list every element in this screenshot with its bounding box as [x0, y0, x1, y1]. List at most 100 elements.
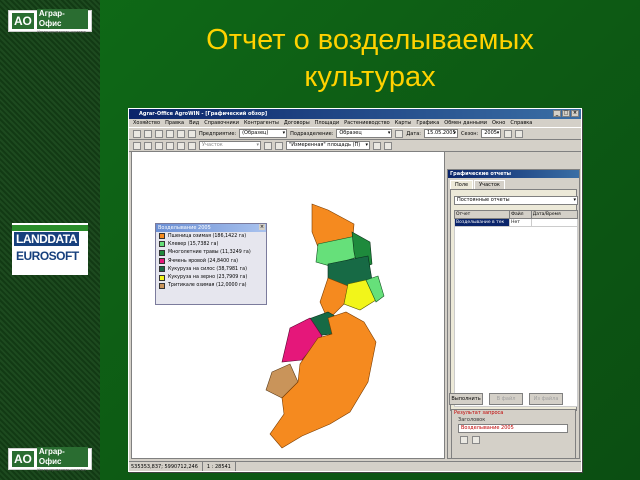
- export-result-icon[interactable]: [472, 436, 480, 444]
- menu-item-3[interactable]: Справочники: [204, 119, 239, 127]
- col-report[interactable]: Отчет: [455, 211, 511, 218]
- legend-label: Многолетние травы (11,3249 га): [168, 250, 251, 256]
- cell-datetime[interactable]: [532, 219, 577, 226]
- preview-icon[interactable]: [166, 129, 174, 138]
- enterprise-select[interactable]: (Образец): [239, 129, 288, 138]
- maximize-icon[interactable]: □: [562, 110, 570, 117]
- to-file-button[interactable]: В файл: [489, 393, 523, 405]
- legend-titlebar[interactable]: Возделывание 2005 ×: [156, 224, 266, 232]
- print-icon[interactable]: [155, 129, 163, 138]
- date-label: Дата:: [406, 130, 421, 137]
- legend-item[interactable]: Кукуруза на силос (38,7981 га): [156, 265, 266, 273]
- color-icon[interactable]: [373, 141, 381, 150]
- pan-icon[interactable]: [155, 141, 163, 150]
- legend-close-icon[interactable]: ×: [259, 224, 265, 230]
- logo-ao-mark-bottom: АО: [12, 451, 34, 467]
- enterprise-label: Предприятие:: [199, 130, 237, 137]
- app-window: Agrar-Office AgroWIN - [Графический обзо…: [128, 108, 582, 472]
- menu-item-10[interactable]: Обмен данными: [444, 119, 487, 127]
- legend-label: Ячмень яровой (24,8400 га): [168, 258, 239, 264]
- tab-field[interactable]: Поле: [450, 180, 474, 189]
- zoom-in-icon[interactable]: [133, 141, 141, 150]
- menu-item-12[interactable]: Справка: [510, 119, 532, 127]
- menu-item-9[interactable]: Графика: [416, 119, 439, 127]
- menu-item-7[interactable]: Растениеводство: [344, 119, 390, 127]
- select-icon[interactable]: [166, 141, 174, 150]
- logo-text-group-bottom: Аграр-Офис Интегрированная система: [36, 446, 88, 472]
- new-icon[interactable]: [133, 129, 141, 138]
- from-file-button[interactable]: Из файла: [529, 393, 563, 405]
- col-file[interactable]: Файл: [510, 211, 532, 218]
- field-map[interactable]: [132, 152, 444, 458]
- legend-icon[interactable]: [384, 141, 392, 150]
- menu-item-5[interactable]: Договоры: [284, 119, 310, 127]
- cell-report[interactable]: Возделывание в тек: [455, 219, 511, 226]
- status-bar: 535353,837; 5990712,246 1 : 28541: [129, 461, 581, 471]
- menu-item-1[interactable]: Правка: [165, 119, 184, 127]
- legend-item[interactable]: Тритикале озимая (12,0000 га): [156, 282, 266, 290]
- print-result-icon[interactable]: [460, 436, 468, 444]
- legend-label: Пшеница озимая (186,1422 га): [168, 233, 247, 239]
- menu-item-4[interactable]: Контрагенты: [244, 119, 279, 127]
- settings-icon[interactable]: [515, 129, 524, 138]
- legend-item[interactable]: Многолетние травы (11,3249 га): [156, 249, 266, 257]
- logo-subtitle-bottom: Интегрированная система: [36, 466, 86, 472]
- label-icon[interactable]: [275, 141, 283, 150]
- reports-grid-empty: [454, 227, 578, 407]
- area-type-select[interactable]: "Измеренная" площадь (П): [286, 141, 370, 150]
- refresh-icon[interactable]: [395, 129, 404, 138]
- tab-plot[interactable]: Участок: [474, 180, 505, 189]
- menu-item-8[interactable]: Карты: [395, 119, 412, 127]
- legend-swatch: [159, 266, 165, 273]
- legend-label: Кукуруза на силос (38,7981 га): [168, 266, 247, 272]
- help-icon[interactable]: [188, 129, 196, 138]
- run-button[interactable]: Выполнить: [449, 393, 483, 405]
- legend-item[interactable]: Кукуруза на зерно (23,7909 га): [156, 273, 266, 281]
- legend-swatch: [159, 258, 165, 265]
- cell-file[interactable]: Нет: [510, 219, 532, 226]
- report-type-select[interactable]: Постоянные отчеты: [454, 196, 578, 205]
- window-titlebar[interactable]: Agrar-Office AgroWIN - [Графический обзо…: [129, 109, 581, 119]
- slide-title-line1: Отчет о возделываемых: [206, 24, 534, 56]
- layer-select[interactable]: Участок: [199, 141, 261, 150]
- eurosoft-text: EUROSOFT: [16, 249, 79, 263]
- grid-icon[interactable]: [188, 141, 196, 150]
- legend-window[interactable]: Возделывание 2005 × Пшеница озимая (186,…: [155, 223, 267, 305]
- zoom-out-icon[interactable]: [144, 141, 152, 150]
- date-field[interactable]: 15.05.2005: [424, 129, 458, 138]
- layer-icon[interactable]: [264, 141, 272, 150]
- legend-item[interactable]: Пшеница озимая (186,1422 га): [156, 232, 266, 240]
- legend-title: Возделывание 2005: [158, 225, 211, 231]
- agrar-office-logo-bottom: АО Аграр-Офис Интегрированная система: [8, 446, 92, 472]
- table-row[interactable]: Возделывание в тек Нет: [454, 219, 578, 227]
- window-title: Agrar-Office AgroWIN - [Графический обзо…: [139, 111, 268, 117]
- result-caption: Результат запроса: [454, 410, 504, 416]
- season-select[interactable]: 2005: [481, 129, 502, 138]
- logo-subtitle: Интегрированная система: [36, 28, 86, 34]
- menu-item-6[interactable]: Площади: [315, 119, 340, 127]
- close-icon[interactable]: ×: [571, 110, 579, 117]
- minimize-icon[interactable]: _: [553, 110, 561, 117]
- map-canvas[interactable]: [131, 151, 445, 459]
- division-select[interactable]: Образец: [336, 129, 393, 138]
- col-datetime[interactable]: Дата/Время: [532, 211, 577, 218]
- division-label: Подразделение:: [290, 130, 334, 137]
- measure-icon[interactable]: [177, 141, 185, 150]
- undo-icon[interactable]: [177, 129, 185, 138]
- agrar-office-logo: АО Аграр-Офис Интегрированная система: [8, 8, 92, 34]
- legend-swatch: [159, 274, 165, 281]
- reports-tab-body: Постоянные отчеты Отчет Файл Дата/Время …: [450, 189, 578, 411]
- legend-label: Тритикале озимая (12,0000 га): [168, 283, 247, 289]
- filter-icon[interactable]: [504, 129, 513, 138]
- legend-item[interactable]: Ячмень яровой (24,8400 га): [156, 257, 266, 265]
- landdata-stripe: [12, 225, 88, 231]
- open-icon[interactable]: [144, 129, 152, 138]
- menu-item-2[interactable]: Вид: [189, 119, 199, 127]
- menu-item-0[interactable]: Хозяйство: [133, 119, 160, 127]
- menu-item-11[interactable]: Окно: [492, 119, 505, 127]
- logo-name-bottom: Аграр-Офис: [36, 446, 88, 467]
- logo-ao-mark: АО: [12, 13, 34, 29]
- result-title-field[interactable]: Возделывание 2005: [458, 424, 568, 433]
- legend-item[interactable]: Клевер (15,7382 га): [156, 240, 266, 248]
- query-result-box: Результат запроса Заголовок Возделывание…: [451, 409, 576, 459]
